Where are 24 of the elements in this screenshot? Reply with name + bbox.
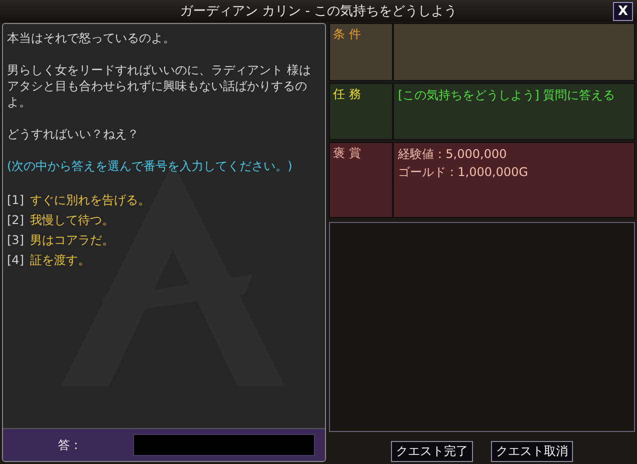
quest-info-label: 任 務 xyxy=(330,84,394,139)
quest-button[interactable]: クエスト完了 xyxy=(391,441,473,462)
option-number: [2] xyxy=(7,212,24,229)
option-text: 我慢して待つ。 xyxy=(30,212,114,229)
answer-field[interactable] xyxy=(133,434,315,456)
option-number: [3] xyxy=(7,232,24,249)
answer-label: 答 : xyxy=(57,436,79,454)
close-button[interactable]: X xyxy=(613,2,633,21)
dialogue-text: 男らしく女をリードすればいいのに、ラディアント 様はアタシと目も合わせられずに興味もない話ばかりするのよ。 xyxy=(7,62,312,110)
option-text: 男はコアラだ。 xyxy=(30,232,114,249)
option-number: [4] xyxy=(7,252,24,269)
quest-info-label: 条 件 xyxy=(330,24,394,80)
dialogue-text: どうすればいい？ねえ？ xyxy=(7,126,140,142)
option-text: 証を渡す。 xyxy=(30,252,90,269)
option-number: [1] xyxy=(7,192,24,209)
window-title: ガーディアン カリン - この気持ちをどうしよう xyxy=(180,3,458,20)
quest-info-text: 経験値 : 5,000,000 xyxy=(398,146,508,163)
quest-info-text: ゴールド : 1,000,000G xyxy=(398,164,530,181)
quest-button[interactable]: クエスト取消 xyxy=(491,441,573,462)
dialogue-text: 本当はそれで怒っているのよ。 xyxy=(7,30,176,46)
instruction-text: (次の中から答えを選んで番号を入力してください。) xyxy=(7,158,294,174)
quest-info-label: 褒 賞 xyxy=(330,143,394,217)
quest-info-text: [この気持ちをどうしよう] 質問に答える xyxy=(398,87,616,104)
option-text: すぐに別れを告げる。 xyxy=(30,192,150,209)
